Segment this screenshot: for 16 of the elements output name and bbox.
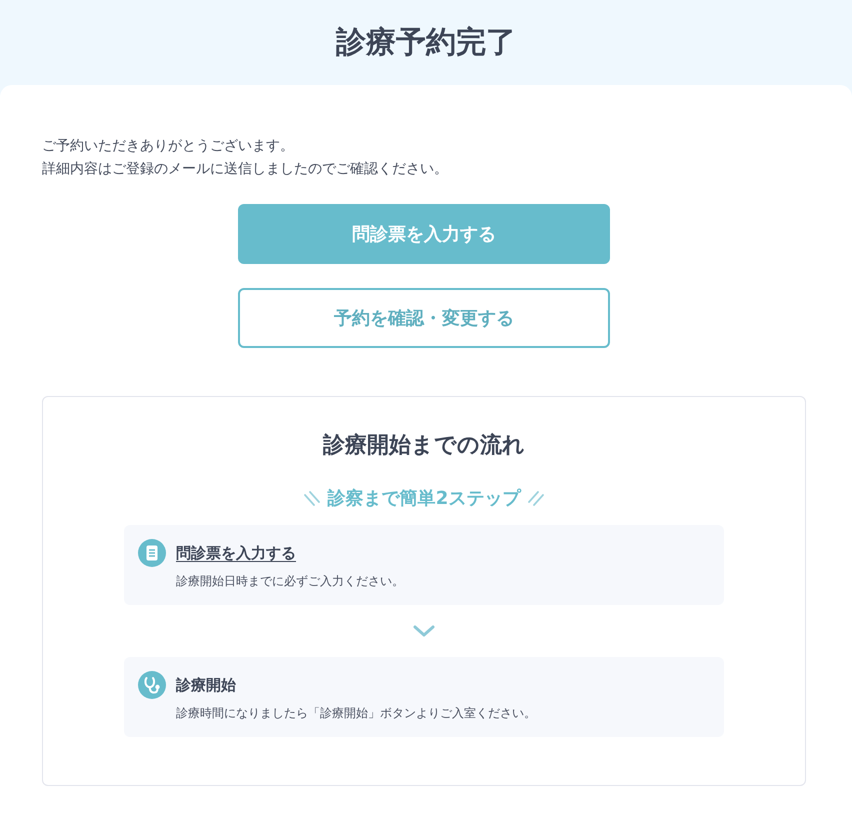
message-text: 詳細内容はご登録のメールに送信しましたのでご確認ください。 [42,160,449,179]
step-description: 診療開始日時までに必ずご入力ください。 [176,573,404,590]
flow-subtitle: 診察まで簡単2ステップ [328,487,520,511]
double-slash-icon [304,491,320,507]
step-title: 診療開始 [176,675,236,696]
chevron-down-icon [413,625,435,637]
step-description: 診療時間になりましたら「診療開始」ボタンよりご入室ください。 [176,705,536,722]
check-reservation-button[interactable]: 予約を確認・変更する [238,288,610,348]
double-slash-icon [528,491,544,507]
page-title: 診療予約完了 [336,24,516,62]
questionnaire-button[interactable]: 問診票を入力する [238,204,610,264]
document-icon [138,539,166,567]
step-title-link[interactable]: 問診票を入力する [176,539,296,567]
flow-title: 診療開始までの流れ [323,432,525,460]
message-text: ご予約いただきありがとうございます。 [42,137,295,156]
stethoscope-icon [138,671,166,699]
